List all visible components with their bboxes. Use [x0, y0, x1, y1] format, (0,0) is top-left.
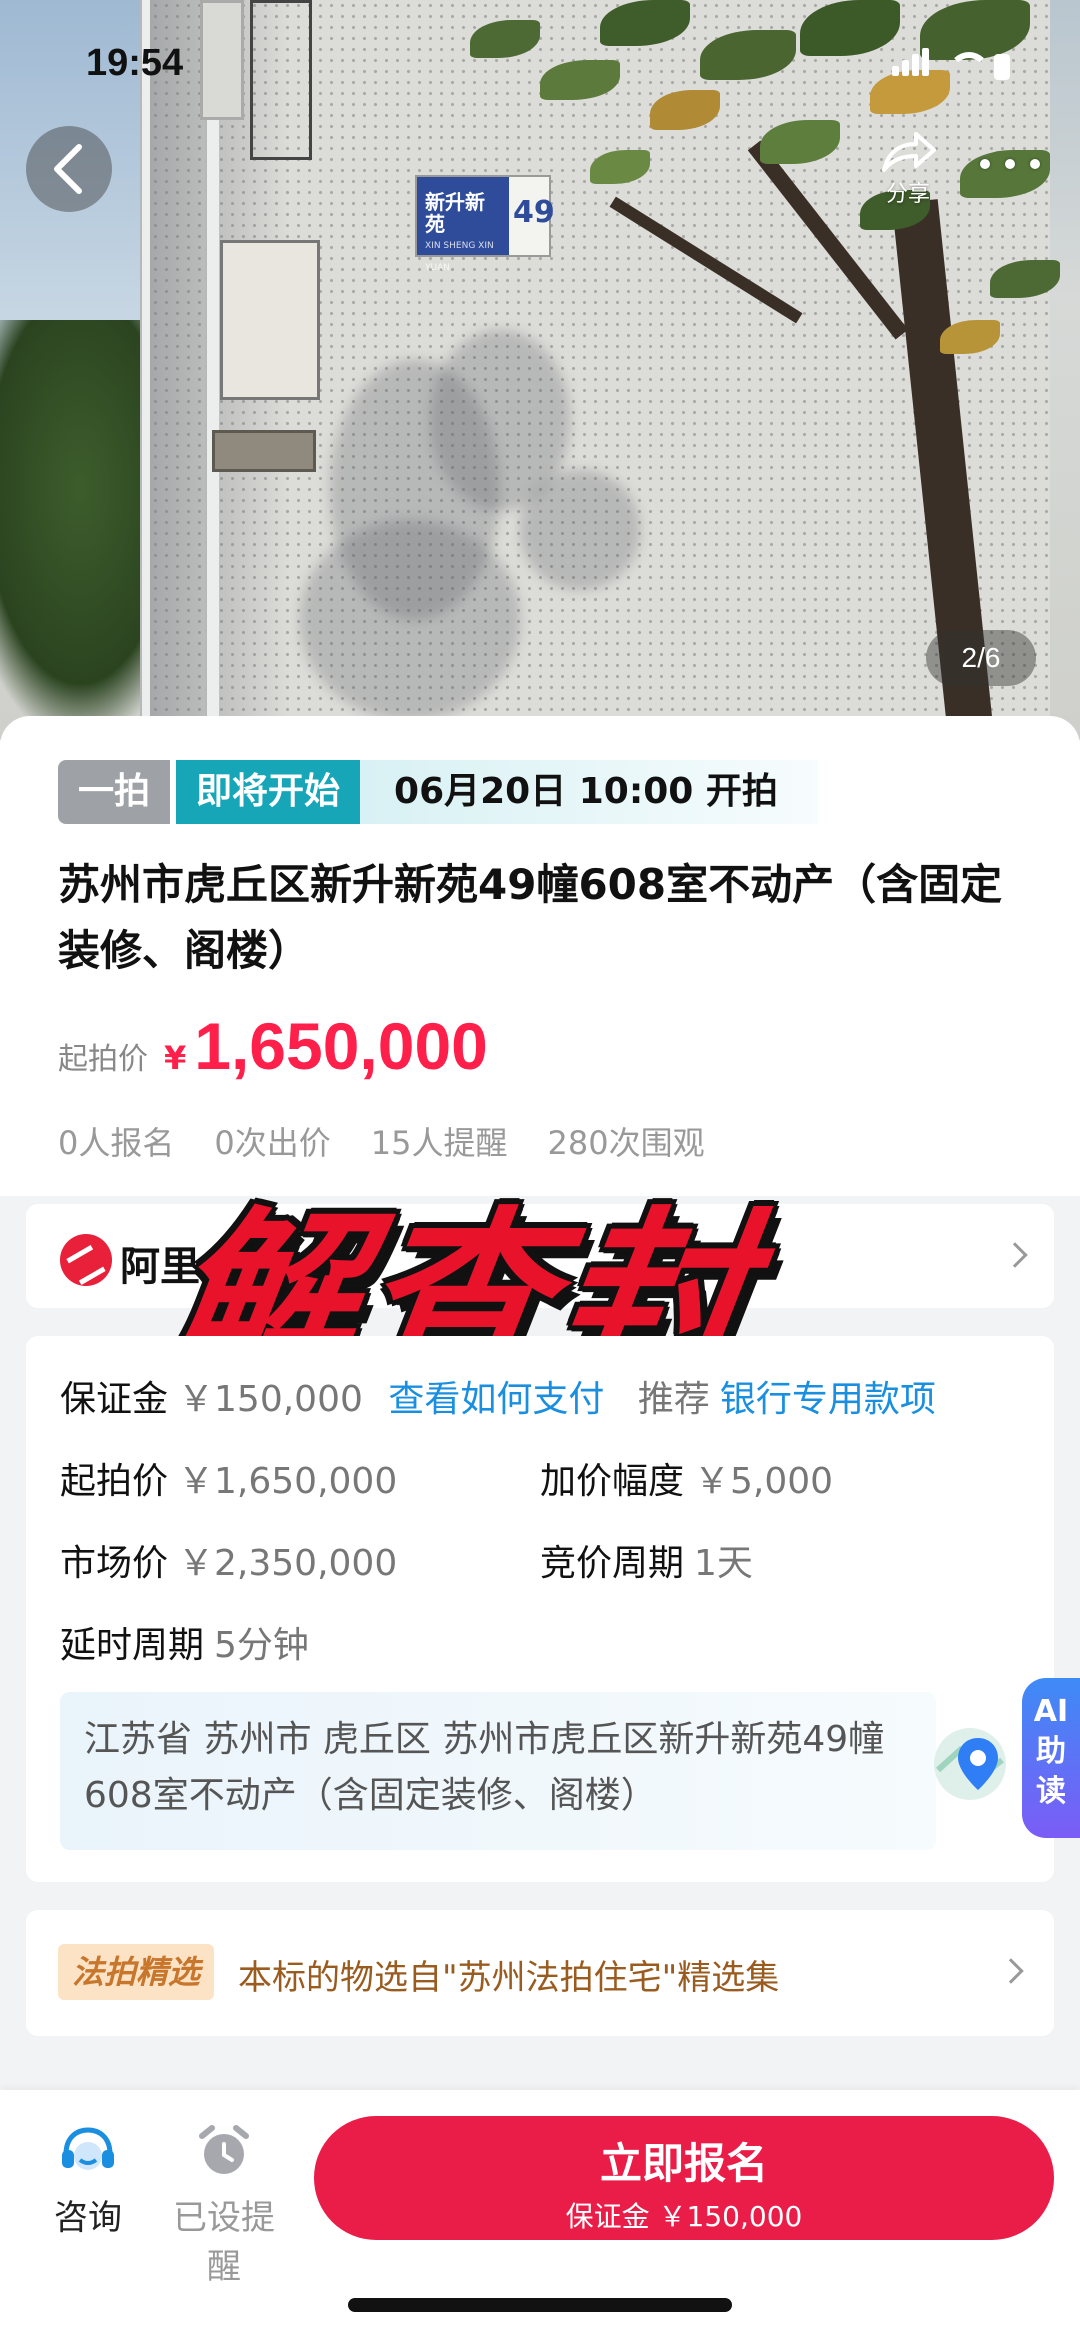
chevron-left-icon — [54, 144, 82, 194]
bank-fund-link[interactable]: 银行专用款项 — [720, 1379, 936, 1420]
reminder-button[interactable]: 已设提醒 — [164, 2124, 284, 2288]
hero-photo[interactable]: 新升新苑 XIN SHENG XIN YUAN 49 19:54 分享 2/6 — [0, 0, 1080, 740]
deposit-value: ￥150,000 — [178, 1379, 363, 1420]
detail-start-price-label: 起拍价 — [60, 1461, 169, 1502]
chevron-right-icon — [998, 1958, 1024, 1984]
ai-tab-line3: 读 — [1036, 1774, 1066, 1809]
map-location-icon[interactable] — [930, 1720, 1010, 1810]
address-text: 江苏省 苏州市 虎丘区 苏州市虎丘区新升新苑49幢608室不动产（含固定装修、阁… — [84, 1719, 885, 1816]
stat-signups: 0人报名 — [58, 1124, 175, 1162]
register-deposit: 保证金 ￥150,000 — [565, 2200, 803, 2233]
recommend-label: 推荐 — [637, 1379, 710, 1420]
property-title: 苏州市虎丘区新升新苑49幢608室不动产（含固定装修、阁楼） — [58, 860, 1003, 975]
ai-reading-tab[interactable]: AI 助 读 — [1022, 1678, 1080, 1838]
status-icons — [892, 48, 1010, 80]
market-price-value: ￥2,350,000 — [178, 1543, 398, 1584]
share-button[interactable]: 分享 — [870, 128, 946, 207]
market-price-detail: 市场价 ￥2,350,000 — [60, 1534, 397, 1586]
start-price-label: 起拍价 — [58, 1042, 148, 1077]
increment-label: 加价幅度 — [540, 1461, 685, 1502]
deposit-row: 保证金 ￥150,000 查看如何支付 推荐 银行专用款项 — [60, 1370, 936, 1422]
how-to-pay-link[interactable]: 查看如何支付 — [388, 1379, 604, 1420]
ai-tab-line1: AI — [1033, 1694, 1069, 1729]
round-tag: 一拍 — [58, 760, 171, 824]
bid-cycle-label: 竞价周期 — [540, 1543, 685, 1584]
ai-tab-line2: 助 — [1036, 1734, 1066, 1769]
increment-detail: 加价幅度 ￥5,000 — [540, 1452, 833, 1504]
chevron-right-icon — [1002, 1242, 1028, 1268]
share-label: 分享 — [885, 182, 930, 207]
address-box[interactable]: 江苏省 苏州市 虎丘区 苏州市虎丘区新升新苑49幢608室不动产（含固定装修、阁… — [60, 1692, 936, 1850]
consult-button[interactable]: 咨询 — [28, 2124, 148, 2239]
leaf-shadow — [300, 520, 520, 720]
auction-tags: 一拍 即将开始 06月20日 10:00 开拍 — [58, 760, 818, 824]
wifi-icon — [946, 52, 990, 80]
featured-collection-row[interactable]: 法拍精选 本标的物选自"苏州法拍住宅"精选集 — [26, 1910, 1054, 2036]
home-indicator[interactable] — [348, 2298, 732, 2312]
featured-tag: 法拍精选 — [58, 1944, 215, 2000]
more-dots-icon — [980, 159, 990, 169]
bid-cycle-value: 1天 — [694, 1543, 753, 1584]
register-label: 立即报名 — [599, 2139, 768, 2188]
alarm-clock-icon — [199, 2125, 249, 2174]
delay-detail: 延时周期 5分钟 — [60, 1616, 309, 1668]
more-options-button[interactable] — [980, 144, 1040, 184]
increment-value: ￥5,000 — [694, 1461, 834, 1502]
deposit-label: 保证金 — [60, 1379, 169, 1420]
window-grille — [250, 0, 312, 160]
market-price-label: 市场价 — [60, 1543, 169, 1584]
featured-text: 本标的物选自"苏州法拍住宅"精选集 — [238, 1958, 780, 1998]
back-button[interactable] — [26, 126, 112, 212]
register-now-button[interactable]: 立即报名 保证金 ￥150,000 — [314, 2116, 1054, 2240]
share-icon — [882, 132, 936, 172]
start-price-detail: 起拍价 ￥1,650,000 — [60, 1452, 397, 1504]
status-tag: 即将开始 — [176, 760, 361, 824]
delay-label: 延时周期 — [60, 1625, 205, 1666]
signal-icon — [892, 48, 932, 80]
consult-label: 咨询 — [54, 2198, 122, 2238]
ali-logo-icon — [60, 1234, 112, 1286]
balcony — [200, 0, 244, 120]
drain-pipe — [140, 0, 150, 740]
start-price-value: 1,650,000 — [194, 1009, 488, 1083]
ac-bracket — [212, 430, 316, 472]
bid-cycle-detail: 竞价周期 1天 — [540, 1534, 753, 1586]
start-time: 06月20日 10:00 开拍 — [360, 760, 818, 824]
battery-icon — [994, 54, 1010, 80]
start-price-row: 起拍价 ¥ 1,650,000 — [58, 1008, 488, 1084]
detail-start-price-value: ￥1,650,000 — [178, 1461, 398, 1502]
ac-unit — [220, 240, 320, 400]
building-number-sign: 新升新苑 XIN SHENG XIN YUAN 49 — [415, 175, 555, 273]
status-time: 19:54 — [86, 42, 184, 84]
currency-symbol: ¥ — [164, 1039, 187, 1077]
image-counter: 2/6 — [926, 630, 1036, 686]
leaf-shadow — [520, 470, 640, 590]
delay-value: 5分钟 — [214, 1625, 309, 1666]
reminder-label: 已设提醒 — [173, 2198, 275, 2287]
customer-service-icon — [62, 2127, 114, 2170]
